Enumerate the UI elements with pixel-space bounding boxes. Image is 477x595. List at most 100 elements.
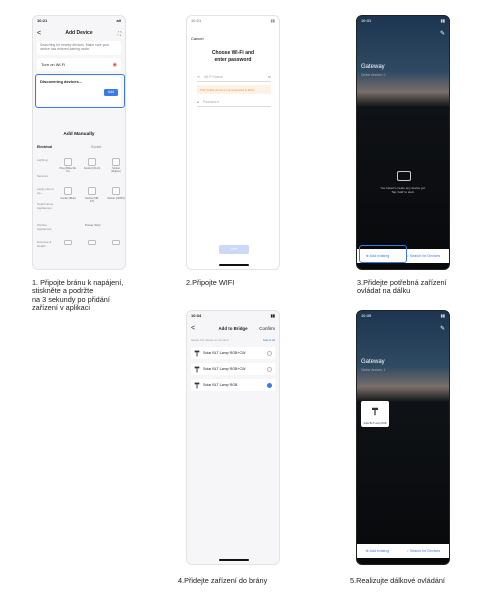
status-signal: all (116, 18, 121, 23)
device-name: Socket (Zigbee) (111, 167, 121, 173)
category-large-appliances[interactable]: Large Home Ap... (37, 187, 55, 195)
list-item[interactable]: Solar BLT Lamp RGB (191, 379, 275, 391)
category-kitchen[interactable]: Kitchen Appliances (37, 223, 55, 231)
category-small-appliances[interactable]: Small Home Appliances (37, 202, 55, 210)
lamp-name: Solar BLT Lamp RGB (203, 383, 238, 387)
device-tile[interactable]: ··· Solar BLT Lamp RGB (361, 401, 389, 427)
status-signal: ▮▮ (270, 18, 275, 23)
device-tile[interactable] (85, 187, 99, 195)
status-time: 10:21 (191, 18, 202, 23)
next-button[interactable]: Next (219, 245, 249, 254)
bottom-actions: ⊕ Add existing ⌕ Search for Devices (357, 544, 449, 558)
lamp-icon (194, 382, 200, 388)
tab-socket[interactable]: Socket (91, 145, 101, 149)
wifi-warning: This mobile phone is not connected to Wi… (197, 85, 271, 94)
online-count: Online devices: 1 (361, 368, 386, 372)
category-sensors[interactable]: Sensors (37, 174, 55, 178)
search-devices-button[interactable]: ⌕ Search for Devices (407, 549, 440, 553)
plug-icon (64, 158, 72, 166)
caption-step-2: 2.Připojte WIFI (186, 278, 235, 287)
radio-checked[interactable] (267, 382, 272, 388)
category-lighting[interactable]: Lighting (37, 158, 55, 162)
back-icon[interactable]: < (37, 30, 41, 37)
list-item[interactable]: Solar BLT Lamp RGB+CW (191, 363, 275, 375)
lock-icon: 🔒︎ (197, 99, 199, 104)
cancel-link[interactable]: Cancel (191, 36, 203, 41)
device-tile[interactable] (61, 240, 75, 245)
status-bar: 10:21 ▮▮ (191, 18, 275, 26)
gateway-title: Gateway (361, 359, 385, 365)
caption-step-1: 1. Připojte bránu k napájení, stiskněte … (32, 278, 124, 313)
add-existing-highlight (359, 245, 407, 263)
radio-unchecked[interactable] (267, 366, 272, 372)
device-name: Socket (NB-IoT) (85, 197, 99, 203)
device-tile[interactable] (109, 240, 123, 245)
device-name: Socket (Wi-Fi) (83, 167, 101, 170)
caption-step-5: 5.Realizujte dálkové ovládání (350, 577, 445, 585)
wifi-warning-text: This mobile phone is not connected to Wi… (200, 87, 255, 92)
device-grid: Lighting Sensors Plug (BLE+Wi-Fi) Socket… (37, 154, 125, 269)
back-icon[interactable]: < (191, 325, 195, 332)
home-indicator (219, 559, 249, 561)
password-placeholder: Password (202, 99, 219, 104)
online-count: Online devices: 0 (361, 73, 386, 77)
empty-mailbox-icon (397, 171, 411, 181)
device-tile[interactable] (109, 158, 123, 166)
confirm-button[interactable]: Confirm (259, 326, 275, 331)
scan-icon[interactable]: ⛶ (118, 31, 121, 36)
lamp-name: Solar BLT Lamp RGB+CW (203, 351, 246, 355)
device-name: Socket (BLE) (60, 197, 76, 200)
status-time: 10:31 (361, 18, 372, 23)
add-manually-title: Add Manually (63, 132, 95, 137)
search-devices-label: Search for Devices (409, 549, 441, 553)
radio-unchecked[interactable] (267, 350, 272, 356)
tab-electrical[interactable]: Electrical (37, 145, 52, 149)
wifi-name-field[interactable]: ≋ Wi-Fi Name ⇄ (197, 72, 271, 82)
device-tile[interactable] (85, 158, 99, 166)
status-time: 10:34 (191, 313, 202, 318)
select-all-link[interactable]: Select all (263, 338, 275, 342)
status-time: 10:35 (361, 313, 372, 318)
screen-add-device: 10:21 all < Add Device ⛶ Searching for n… (32, 15, 126, 270)
search-devices-button[interactable]: ⌕ Search for Devices (407, 254, 440, 258)
add-existing-label: Add existing (369, 549, 390, 553)
wifi-row[interactable]: Turn on Wi-Fi ◉ (37, 58, 121, 71)
tile-name: Solar BLT Lamp RGB (363, 422, 387, 425)
wifi-switch-icon[interactable]: ⇄ (268, 75, 271, 79)
device-name: Socket (GPRS) (107, 197, 125, 200)
socket-icon (88, 158, 96, 166)
device-tile[interactable] (85, 240, 99, 245)
empty-line-2: Tap 'Add' to start. (391, 190, 415, 194)
device-name: Plug (BLE+Wi-Fi) (59, 167, 77, 173)
list-item[interactable]: Solar BLT Lamp RGB+CW (191, 347, 275, 359)
caption-step-3: 3.Přidejte potřebná zařízení ovládat na … (357, 279, 447, 296)
device-tile[interactable] (61, 187, 75, 195)
screen-gateway-with-device: 10:35 ▮▮ ✎ Gateway Online devices: 1 ···… (356, 310, 450, 565)
select-hint: Select the device to connect (191, 338, 229, 342)
status-bar: 10:35 ▮▮ (361, 313, 445, 321)
status-signal: ▮▮ (440, 313, 445, 318)
socket-icon (112, 158, 120, 166)
edit-icon[interactable]: ✎ (440, 30, 445, 37)
wifi-off-icon: ◉ (112, 61, 117, 68)
strip-icon (64, 240, 72, 245)
screen-wifi-setup: 10:21 ▮▮ Cancel Choose Wi-Fi and enter p… (186, 15, 280, 270)
wifi-name-placeholder: Wi-Fi Name (204, 74, 223, 79)
password-field[interactable]: 🔒︎ Password (197, 97, 271, 107)
screen-gateway-empty: 10:31 ▮▮ ✎ Gateway Online devices: 0 You… (356, 15, 450, 270)
status-bar: 10:34 ▮▮ (191, 313, 275, 321)
category-exercise[interactable]: Exercise & Health (37, 240, 55, 248)
lamp-icon (194, 366, 200, 372)
wifi-icon: ≋ (197, 74, 201, 79)
device-tile[interactable] (109, 187, 123, 195)
status-time: 10:21 (37, 18, 48, 23)
device-tile[interactable] (61, 158, 75, 166)
status-bar: 10:21 all (37, 18, 121, 26)
lamp-icon (372, 407, 378, 416)
edit-icon[interactable]: ✎ (440, 325, 445, 332)
socket-icon (112, 187, 120, 195)
more-icon[interactable]: ··· (383, 401, 387, 406)
add-existing-button[interactable]: ⊕ Add existing (366, 549, 389, 553)
wifi-title: Choose Wi-Fi and enter password (211, 50, 255, 63)
notice-text: Searching for nearby devices. Make sure … (40, 43, 110, 52)
